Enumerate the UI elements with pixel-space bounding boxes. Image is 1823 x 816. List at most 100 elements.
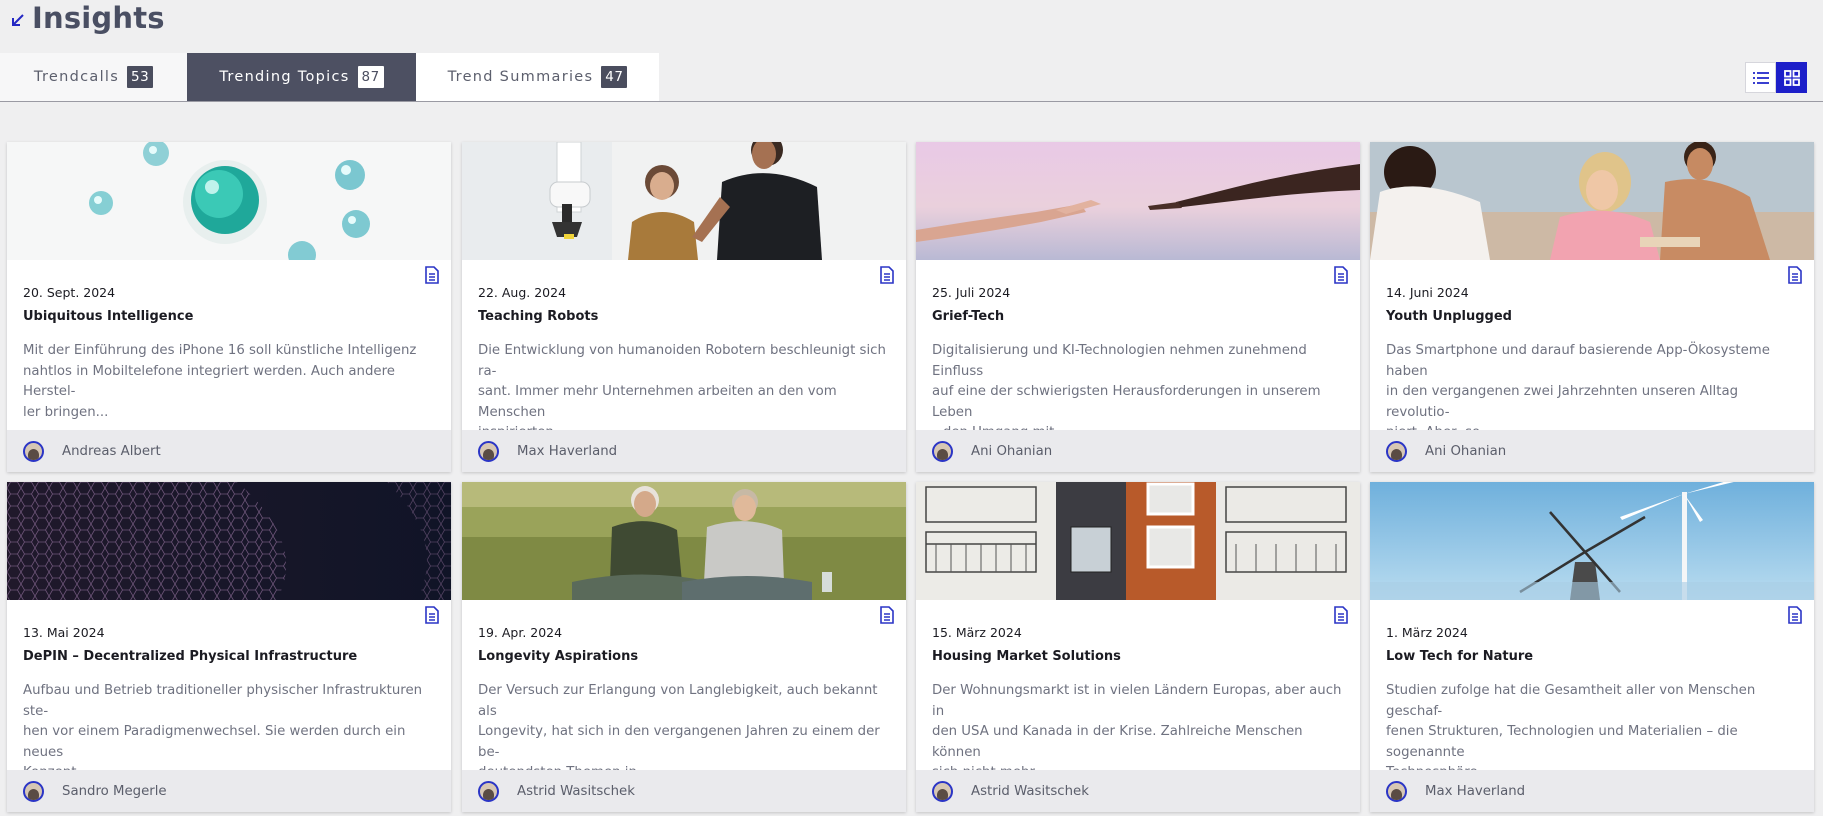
grid-icon [1783,69,1800,86]
excerpt-line: Aufbau und Betrieb traditioneller physis… [23,683,423,719]
document-icon [1334,606,1348,624]
card-title: Longevity Aspirations [478,649,639,664]
card-title: Teaching Robots [478,309,599,324]
insight-card[interactable]: 25. Juli 2024 Grief-Tech Digitalisierung… [916,142,1360,472]
card-footer: Astrid Wasitschek [462,770,906,812]
view-toggle [1745,62,1807,93]
document-icon [1334,266,1348,284]
card-image [462,482,906,600]
card-footer: Sandro Megerle [7,770,451,812]
card-date: 22. Aug. 2024 [478,285,567,300]
card-image [7,142,451,260]
document-icon [1788,606,1802,624]
excerpt-line: Mit der Einführung des iPhone 16 soll kü… [23,343,417,358]
card-excerpt: Aufbau und Betrieb traditioneller physis… [23,681,439,784]
card-footer: Andreas Albert [7,430,451,472]
card-date: 19. Apr. 2024 [478,625,563,640]
card-excerpt: Der Wohnungsmarkt ist in vielen Ländern … [932,681,1348,784]
card-excerpt: Das Smartphone und darauf basierende App… [1386,341,1802,444]
card-image [1370,142,1814,260]
author-name: Ani Ohanian [1425,443,1507,459]
insight-card[interactable]: 13. Mai 2024 DePIN – Decentralized Physi… [7,482,451,812]
card-date: 20. Sept. 2024 [23,285,116,300]
tab-label: Trend Summaries [447,69,594,85]
tab-count-badge: 47 [601,66,628,88]
tab-label: Trendcalls [33,69,120,85]
document-icon [425,606,439,624]
document-icon [880,266,894,284]
card-date: 15. März 2024 [932,625,1022,640]
excerpt-line: Studien zufolge hat die Gesamtheit aller… [1386,683,1756,719]
avatar [932,780,953,802]
card-footer: Ani Ohanian [1370,430,1814,472]
card-title: Low Tech for Nature [1386,649,1534,664]
card-title: Youth Unplugged [1386,309,1512,324]
excerpt-line: den USA und Kanada in der Krise. Zahlrei… [932,724,1303,760]
card-image [916,482,1360,600]
author-name: Ani Ohanian [971,443,1053,459]
excerpt-line: sant. Immer mehr Unternehmen arbeiten an… [478,384,837,420]
author-name: Max Haverland [1425,783,1526,799]
card-title: DePIN – Decentralized Physical Infrastru… [23,649,358,664]
excerpt-line: ler bringen... [23,404,109,420]
tab-trendcalls[interactable]: Trendcalls 53 [0,53,187,101]
avatar [1386,780,1407,802]
excerpt-line: nahtlos in Mobiltelefone integriert werd… [23,363,395,400]
insight-card[interactable]: 14. Juni 2024 Youth Unplugged Das Smartp… [1370,142,1814,472]
excerpt-line: auf eine der schwierigsten Herausforderu… [932,384,1321,420]
excerpt-line: hen vor einem Paradigmenwechsel. Sie wer… [23,724,406,760]
author-name: Andreas Albert [62,443,161,459]
excerpt-line: Digitalisierung und KI-Technologien nehm… [932,343,1307,379]
excerpt-line: Der Wohnungsmarkt ist in vielen Ländern … [932,683,1342,719]
avatar [1386,440,1407,462]
avatar [478,780,499,802]
card-title: Housing Market Solutions [932,649,1121,664]
tab-trending-topics[interactable]: Trending Topics 87 [187,53,416,101]
insight-card[interactable]: 15. März 2024 Housing Market Solutions D… [916,482,1360,812]
excerpt-line: Der Versuch zur Erlangung von Langlebigk… [478,683,878,719]
card-image [916,142,1360,260]
card-excerpt: Mit der Einführung des iPhone 16 soll kü… [23,341,439,423]
insight-card[interactable]: 1. März 2024 Low Tech for Nature Studien… [1370,482,1814,812]
card-title: Grief-Tech [932,309,1005,324]
tab-count-badge: 87 [357,66,384,88]
tab-bar: Trendcalls 53 Trending Topics 87 Trend S… [0,53,1823,102]
card-image [7,482,451,600]
avatar [478,440,499,462]
avatar [932,440,953,462]
card-footer: Ani Ohanian [916,430,1360,472]
insight-card[interactable]: 20. Sept. 2024 Ubiquitous Intelligence M… [7,142,451,472]
excerpt-line: Das Smartphone und darauf basierende App… [1386,343,1770,379]
insight-card[interactable]: 22. Aug. 2024 Teaching Robots Die Entwic… [462,142,906,472]
author-name: Astrid Wasitschek [971,783,1089,799]
card-date: 25. Juli 2024 [932,285,1011,300]
page-title: Insights [32,1,165,35]
card-excerpt: Die Entwicklung von humanoiden Robotern … [478,341,894,444]
arrow-down-left-icon [12,14,24,26]
list-view-button[interactable] [1745,62,1776,93]
page-header: Insights [0,0,1823,52]
document-icon [1788,266,1802,284]
list-icon [1752,71,1769,84]
avatar [23,780,44,802]
card-date: 13. Mai 2024 [23,625,105,640]
card-excerpt: Der Versuch zur Erlangung von Langlebigk… [478,681,894,784]
tab-label: Trending Topics [219,69,350,85]
card-footer: Max Haverland [462,430,906,472]
excerpt-line: in den vergangenen zwei Jahrzehnten unse… [1386,384,1739,420]
card-excerpt: Digitalisierung und KI-Technologien nehm… [932,341,1348,444]
tab-trend-summaries[interactable]: Trend Summaries 47 [416,53,659,101]
card-footer: Max Haverland [1370,770,1814,812]
author-name: Max Haverland [517,443,618,459]
excerpt-line: fenen Strukturen, Technologien und Mater… [1386,724,1738,760]
excerpt-line: Longevity, hat sich in den vergangenen J… [478,724,880,760]
card-image [462,142,906,260]
excerpt-line: Die Entwicklung von humanoiden Robotern … [478,343,886,379]
avatar [23,440,44,462]
grid-view-button[interactable] [1776,62,1807,93]
document-icon [880,606,894,624]
card-excerpt: Studien zufolge hat die Gesamtheit aller… [1386,681,1802,784]
document-icon [425,266,439,284]
card-image [1370,482,1814,600]
insight-card[interactable]: 19. Apr. 2024 Longevity Aspirations Der … [462,482,906,812]
